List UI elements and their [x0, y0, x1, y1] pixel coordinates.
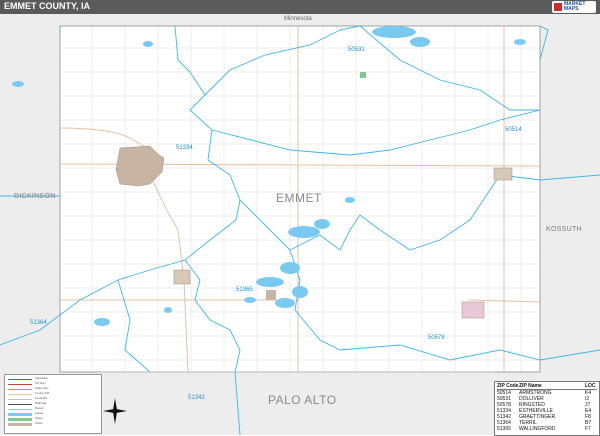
legend-item: US Hwy	[8, 381, 58, 386]
table-row: 51365 WALLINGFORD F7	[497, 426, 591, 432]
zip-label-51365: 51365	[236, 287, 253, 293]
legend-item: Parks	[8, 416, 58, 421]
title-bar: EMMET COUNTY, IA MARKET MAPS	[0, 0, 600, 14]
logo-text: MARKET MAPS	[564, 1, 586, 12]
legend-item: Lakes	[8, 411, 58, 416]
zip-label-50578: 50578	[428, 335, 445, 341]
legend-item: Cities	[8, 421, 58, 426]
publisher-logo: MARKET MAPS	[552, 1, 596, 13]
legend-item: Local Rd	[8, 396, 58, 401]
map-legend: Interstate US Hwy State Hwy County Rd Lo…	[4, 374, 102, 434]
state-label: Minnesota	[284, 16, 312, 22]
map-title: EMMET COUNTY, IA	[4, 1, 91, 11]
county-label-palo-alto: PALO ALTO	[268, 393, 337, 407]
legend-item: County Rd	[8, 391, 58, 396]
legend-item: Railroad	[8, 401, 58, 406]
map-canvas[interactable]	[0, 14, 600, 435]
legend-item: Interstate	[8, 376, 58, 381]
zip-label-51342: 51342	[188, 395, 205, 401]
zip-label-50531: 50531	[348, 47, 365, 53]
legend-item: Rivers	[8, 406, 58, 411]
zip-label-51334: 51334	[176, 145, 193, 151]
county-label-emmet: EMMET	[276, 191, 322, 205]
zip-table-header: ZIP Code ZIP Name LOC	[497, 383, 597, 390]
zip-label-51364: 51364	[30, 320, 47, 326]
county-label-kossuth: KOSSUTH	[546, 226, 582, 233]
compass-rose-icon	[102, 397, 128, 425]
county-label-dickinson: DICKINSON	[14, 193, 56, 200]
logo-flag-icon	[554, 3, 562, 11]
zip-label-50514: 50514	[505, 127, 522, 133]
zip-code-table: ZIP Code ZIP Name LOC 50514 ARMSTRONG K4…	[494, 381, 600, 436]
legend-item: State Hwy	[8, 386, 58, 391]
